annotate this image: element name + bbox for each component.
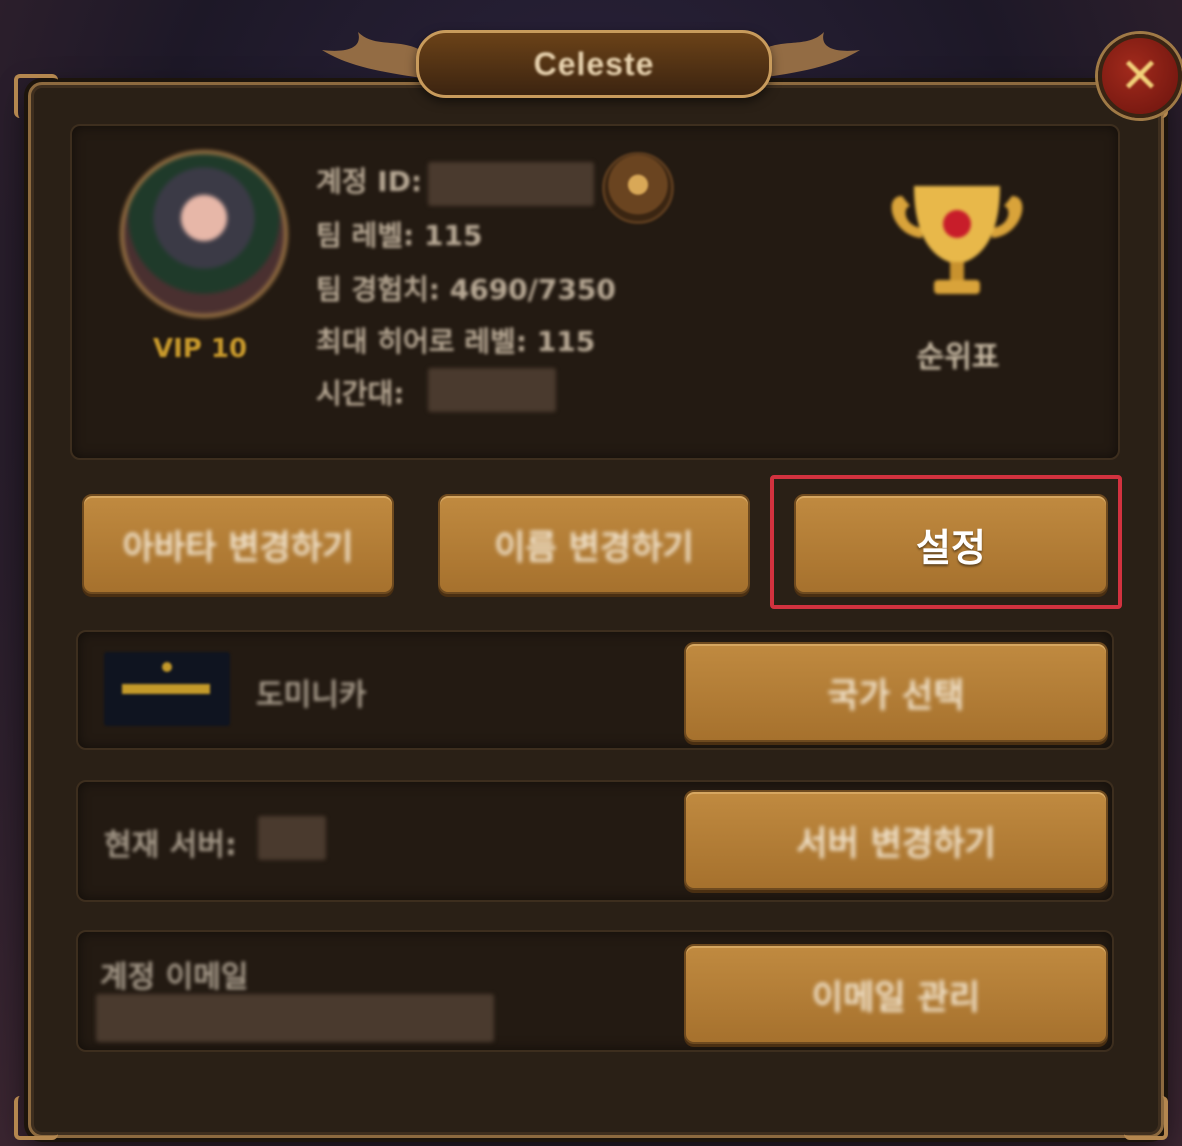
change-avatar-button[interactable]: 아바타 변경하기 — [82, 494, 394, 594]
account-id-value — [428, 162, 594, 206]
select-country-label: 국가 선택 — [827, 675, 965, 716]
account-id-label: 계정 ID: — [316, 165, 423, 198]
close-button[interactable]: ✕ — [1098, 34, 1182, 118]
select-country-button[interactable]: 국가 선택 — [684, 642, 1108, 742]
avatar[interactable] — [120, 150, 288, 318]
close-icon: ✕ — [1119, 48, 1161, 104]
manage-email-button[interactable]: 이메일 관리 — [684, 944, 1108, 1044]
country-name: 도미니카 — [256, 678, 367, 713]
frame-corner-ornament — [14, 74, 58, 118]
vip-badge: VIP 10 — [152, 334, 248, 364]
change-avatar-label: 아바타 변경하기 — [122, 527, 354, 568]
trophy-icon[interactable] — [882, 176, 1032, 306]
settings-button[interactable]: 설정 — [794, 494, 1108, 594]
settings-label: 설정 — [916, 525, 986, 570]
account-email-label: 계정 이메일 — [100, 960, 249, 995]
country-flag — [104, 652, 230, 726]
team-exp: 팀 경험치: 4690/7350 — [316, 273, 616, 306]
manage-email-label: 이메일 관리 — [811, 977, 981, 1018]
timezone-label: 시간대: — [316, 377, 405, 410]
title-plate: Celeste — [416, 30, 772, 98]
current-server-value — [258, 816, 326, 860]
current-server-label: 현재 서버: — [104, 828, 237, 863]
change-server-label: 서버 변경하기 — [796, 823, 996, 864]
change-server-button[interactable]: 서버 변경하기 — [684, 790, 1108, 890]
frame-corner-ornament — [14, 1096, 58, 1140]
change-name-label: 이름 변경하기 — [494, 527, 694, 568]
change-name-button[interactable]: 이름 변경하기 — [438, 494, 750, 594]
ranking-label: 순위표 — [916, 340, 1000, 375]
max-hero-level: 최대 히어로 레벨: 115 — [316, 325, 596, 358]
dialog-title: Celeste — [533, 45, 655, 82]
timezone-value — [428, 368, 556, 412]
copy-id-button[interactable] — [602, 152, 674, 224]
account-email-value — [96, 994, 494, 1042]
frame-corner-ornament — [1124, 1096, 1168, 1140]
team-level: 팀 레벨: 115 — [316, 219, 483, 252]
